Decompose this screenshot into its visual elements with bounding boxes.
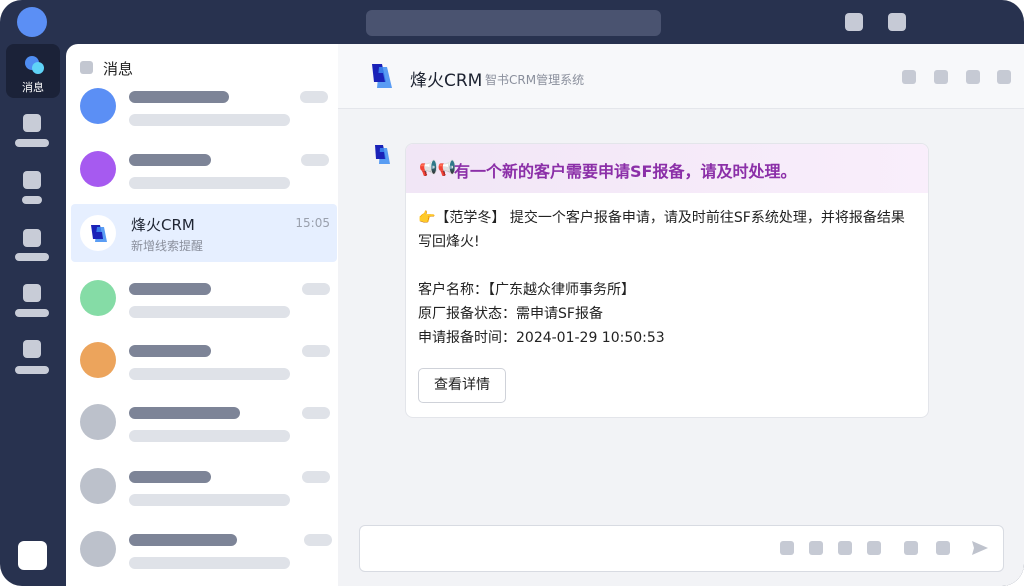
send-icon[interactable] xyxy=(970,538,990,558)
conversation-time: 15:05 xyxy=(295,216,330,230)
nav-item-label xyxy=(15,139,49,147)
report-time-line: 申请报备时间：2024-01-29 10:50:53 xyxy=(418,330,665,346)
settings-button[interactable] xyxy=(18,541,47,570)
list-item[interactable] xyxy=(66,454,338,516)
toolbar-icon[interactable] xyxy=(809,541,823,555)
list-item-name-placeholder xyxy=(129,154,211,166)
list-item-time-placeholder xyxy=(302,283,330,295)
avatar xyxy=(80,342,116,378)
minimize-button[interactable] xyxy=(845,13,863,31)
list-item-name-placeholder xyxy=(129,471,211,483)
sidebar-nav: 消息 xyxy=(0,44,66,586)
avatar xyxy=(80,468,116,504)
list-item[interactable] xyxy=(66,74,338,136)
list-item[interactable] xyxy=(66,137,338,199)
header-action-button[interactable] xyxy=(934,70,948,84)
list-item-preview-placeholder xyxy=(129,177,290,189)
card-body: 👉【范学冬】 提交一个客户报备申请，请及时前往SF系统处理，并将报备结果写回烽火… xyxy=(418,206,914,350)
list-item-time-placeholder xyxy=(302,407,330,419)
header-action-button[interactable] xyxy=(966,70,980,84)
list-item-name-placeholder xyxy=(129,345,211,357)
app-logo-icon xyxy=(91,225,107,242)
nav-item-icon[interactable] xyxy=(23,340,41,358)
conversation-preview: 新增线索提醒 xyxy=(131,239,204,253)
select-checkbox[interactable] xyxy=(80,61,93,74)
search-input[interactable] xyxy=(366,10,661,36)
avatar xyxy=(80,404,116,440)
card-title: 有一个新的客户需要申请SF报备，请及时处理。 xyxy=(454,162,797,181)
avatar xyxy=(80,531,116,567)
chat-subtitle: 智书CRM管理系统 xyxy=(485,73,585,87)
list-item-name-placeholder xyxy=(129,407,240,419)
notification-card: 📢📢 有一个新的客户需要申请SF报备，请及时处理。 👉【范学冬】 提交一个客户报… xyxy=(405,143,929,418)
avatar xyxy=(80,280,116,316)
nav-item-icon[interactable] xyxy=(23,229,41,247)
toolbar-icon[interactable] xyxy=(936,541,950,555)
list-item-time-placeholder xyxy=(302,471,330,483)
conversation-list: 消息 烽火CRM 新增线索提醒 15:05 xyxy=(66,44,338,586)
list-item-time-placeholder xyxy=(302,345,330,357)
customer-name-line: 客户名称：【广东越众律师事务所】 xyxy=(418,282,635,298)
toolbar-icon[interactable] xyxy=(838,541,852,555)
list-item-name-placeholder xyxy=(129,91,229,103)
nav-item-icon[interactable] xyxy=(23,284,41,302)
avatar xyxy=(80,88,116,124)
list-item-preview-placeholder xyxy=(129,114,290,126)
chat-header: 烽火CRM 智书CRM管理系统 xyxy=(338,44,1024,109)
close-button[interactable] xyxy=(888,13,906,31)
list-item-preview-placeholder xyxy=(129,368,290,380)
toolbar-icon[interactable] xyxy=(780,541,794,555)
list-item-preview-placeholder xyxy=(129,306,290,318)
list-item-name-placeholder xyxy=(129,283,211,295)
chat-title: 烽火CRM xyxy=(410,71,483,91)
nav-item-label xyxy=(15,366,49,374)
list-item[interactable] xyxy=(66,328,338,390)
nav-item-label xyxy=(15,253,49,261)
message-icon xyxy=(23,54,44,74)
top-bar xyxy=(0,0,1024,44)
header-action-button[interactable] xyxy=(997,70,1011,84)
megaphone-icon: 📢📢 xyxy=(419,159,457,177)
list-item[interactable] xyxy=(66,390,338,452)
chat-panel: 烽火CRM 智书CRM管理系统 📢📢 有一个新的客户需要申请SF报备，请及时处理… xyxy=(338,44,1024,586)
conversation-name: 烽火CRM xyxy=(131,216,195,234)
header-action-button[interactable] xyxy=(902,70,916,84)
list-item-preview-placeholder xyxy=(129,430,290,442)
avatar xyxy=(80,215,116,251)
app-logo-icon xyxy=(372,64,392,88)
list-item-time-placeholder xyxy=(304,534,332,546)
nav-item-icon[interactable] xyxy=(23,114,41,132)
list-item-name-placeholder xyxy=(129,534,237,546)
list-item-preview-placeholder xyxy=(129,494,290,506)
list-item[interactable] xyxy=(66,517,338,579)
card-intro: 👉【范学冬】 提交一个客户报备申请，请及时前往SF系统处理，并将报备结果写回烽火… xyxy=(418,210,905,250)
toolbar-icon[interactable] xyxy=(904,541,918,555)
list-item-active[interactable]: 烽火CRM 新增线索提醒 15:05 xyxy=(71,204,337,262)
nav-item-label xyxy=(15,309,49,317)
toolbar-icon[interactable] xyxy=(867,541,881,555)
report-status-line: 原厂报备状态：需申请SF报备 xyxy=(418,306,603,322)
view-details-button[interactable]: 查看详情 xyxy=(418,368,506,403)
card-header: 📢📢 有一个新的客户需要申请SF报备，请及时处理。 xyxy=(406,144,928,193)
list-item[interactable] xyxy=(66,266,338,328)
app-window: 消息 消息 烽火CRM 新增线索提醒 15:05 烽火CRM 智书CRM管理系统… xyxy=(0,0,1024,586)
nav-item-messages[interactable]: 消息 xyxy=(6,44,60,98)
avatar xyxy=(80,151,116,187)
nav-item-messages-label: 消息 xyxy=(22,81,44,94)
list-item-preview-placeholder xyxy=(129,557,290,569)
app-logo-icon xyxy=(375,145,390,164)
user-avatar[interactable] xyxy=(17,7,47,37)
nav-item-label xyxy=(22,196,42,204)
list-item-time-placeholder xyxy=(300,91,328,103)
nav-item-icon[interactable] xyxy=(23,171,41,189)
list-item-time-placeholder xyxy=(301,154,329,166)
message-input[interactable] xyxy=(359,525,1004,572)
